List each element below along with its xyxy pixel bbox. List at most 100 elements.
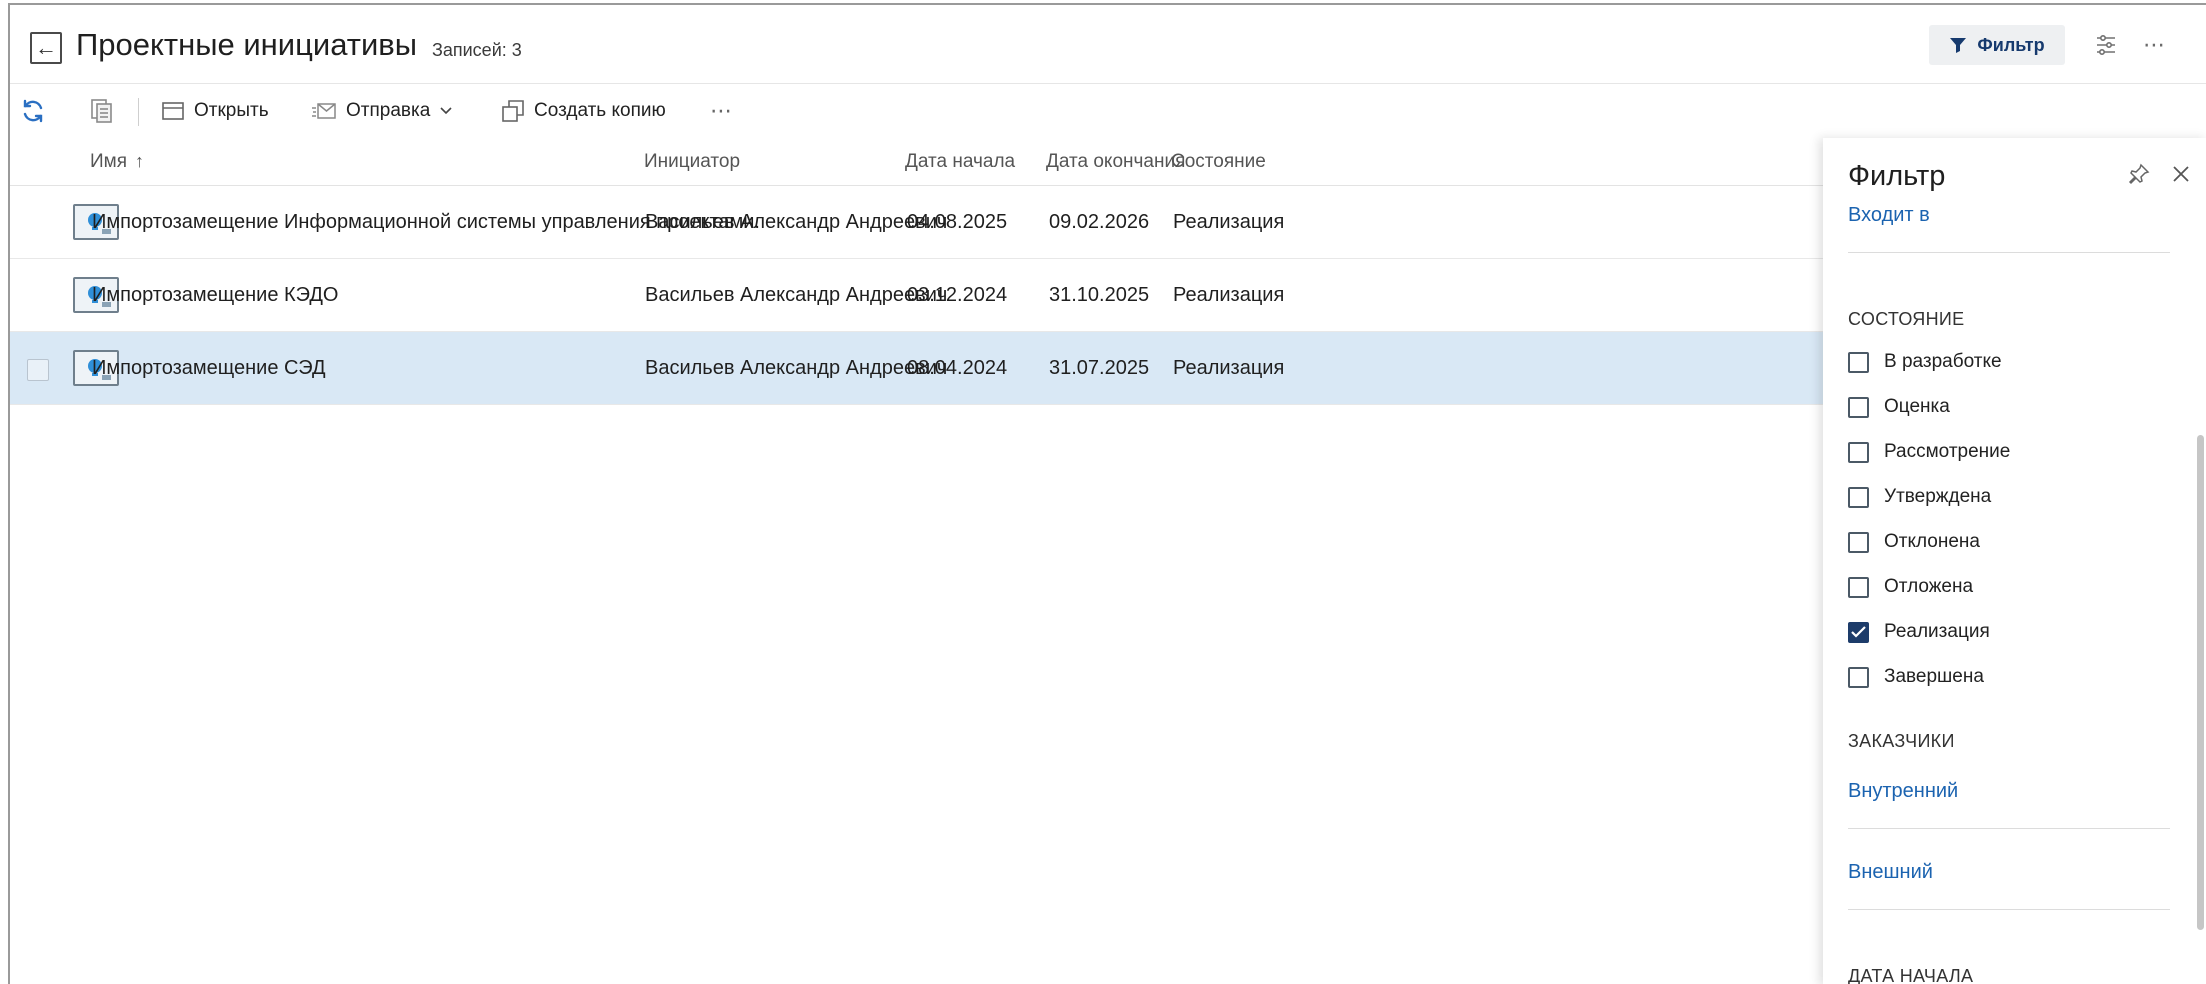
state-option-completed[interactable]: Завершена [1848,662,1984,692]
filter-panel-title: Фильтр [1848,160,1946,192]
records-count: Записей: 3 [432,40,522,60]
cell-start-date: 03.12.2024 [907,284,1008,306]
page-title: Проектные инициативы [76,27,418,62]
more-options-button[interactable]: ⋯ [2140,31,2168,59]
divider [1848,909,2170,910]
cell-start-date: 08.04.2024 [907,357,1008,379]
section-customers-heading: ЗАКАЗЧИКИ [1848,731,1955,751]
column-header-name-label: Имя [90,151,128,172]
state-option-evaluation[interactable]: Оценка [1848,392,1950,422]
create-copy-button[interactable]: Создать копию [502,84,666,138]
filter-link-included-in[interactable]: Входит в [1848,204,1930,227]
copy-pages-button[interactable] [90,84,114,138]
state-option-label: Завершена [1884,666,1984,687]
more-horizontal-icon: ⋯ [710,98,732,123]
state-option-rejected[interactable]: Отклонена [1848,527,1980,557]
column-header-end-date[interactable]: Дата окончания [1046,151,1185,173]
pin-button[interactable] [2123,158,2155,190]
cell-initiator: Васильев Александр Андреевич [645,284,948,306]
refresh-icon [23,99,43,123]
table-header: Имя ↑ Инициатор Дата начала Дата окончани… [10,138,1823,186]
window-icon [162,102,184,120]
open-button-label: Открыть [194,100,269,121]
table-row[interactable]: Импортозамещение КЭДО Васильев Александр… [10,259,1823,332]
state-option-label: Утверждена [1884,486,1992,507]
state-option-approved[interactable]: Утверждена [1848,482,1991,512]
filter-panel-body: Входит в СОСТОЯНИЕ В разработке Оценка Р… [1823,204,2195,984]
envelope-icon [312,103,336,119]
filter-button[interactable]: Фильтр [1929,25,2065,65]
arrow-left-icon: ← [35,35,57,60]
toolbar-separator [138,98,139,126]
close-button[interactable] [2165,158,2197,190]
duplicate-icon [502,100,524,122]
back-button[interactable]: ← [30,32,62,64]
column-header-name[interactable]: Имя ↑ [90,151,144,173]
divider [1848,252,2170,253]
cell-state: Реализация [1173,357,1285,379]
cell-start-date: 04.08.2025 [907,211,1008,233]
funnel-icon [1950,38,1967,53]
checkbox [1848,351,1869,373]
checkbox [1848,441,1869,463]
state-option-implementation[interactable]: Реализация [1848,617,1990,647]
cell-initiator: Васильев Александр Андреевич [645,211,948,233]
cell-end-date: 31.10.2025 [1049,284,1150,306]
state-option-label: Оценка [1884,396,1950,417]
customer-link-external[interactable]: Внешний [1848,861,1933,884]
chevron-down-icon [440,107,452,115]
state-option-label: Реализация [1884,621,1990,642]
state-option-label: В разработке [1884,351,2002,372]
row-checkbox[interactable] [27,359,49,381]
refresh-button[interactable] [20,84,46,138]
toolbar: Открыть Отправка Создать копию ⋯ [10,84,1823,138]
section-start-date-heading: ДАТА НАЧАЛА [1848,966,1974,984]
create-copy-label: Создать копию [534,100,666,121]
filter-button-label: Фильтр [1977,34,2045,55]
cell-name: Импортозамещение КЭДО [92,284,339,306]
pin-icon [2128,163,2150,185]
cell-end-date: 09.02.2026 [1049,211,1150,233]
sliders-icon [2097,34,2115,55]
sort-ascending-icon: ↑ [135,151,145,171]
divider [1848,828,2170,829]
cell-initiator: Васильев Александр Андреевич [645,357,948,379]
checkbox [1848,396,1869,418]
cell-state: Реализация [1173,211,1285,233]
column-header-start-date[interactable]: Дата начала [905,151,1015,173]
state-option-label: Отложена [1884,576,1974,597]
checkbox-checked [1848,621,1869,643]
more-horizontal-icon: ⋯ [2143,32,2165,57]
filter-panel: Фильтр Входит в СОСТОЯНИЕ В разработке О… [1823,138,2206,984]
checkbox [1848,531,1869,553]
scrollbar-thumb[interactable] [2197,435,2204,930]
customer-link-internal[interactable]: Внутренний [1848,780,1958,803]
column-header-state[interactable]: Состояние [1171,151,1266,173]
column-header-initiator[interactable]: Инициатор [644,151,740,173]
state-option-in-development[interactable]: В разработке [1848,347,2002,377]
checkbox [1848,576,1869,598]
cell-end-date: 31.07.2025 [1049,357,1150,379]
close-icon [2173,166,2189,182]
section-state-heading: СОСТОЯНИЕ [1848,309,1965,329]
cell-name: Импортозамещение СЭД [92,357,326,379]
state-option-postponed[interactable]: Отложена [1848,572,1973,602]
view-settings-button[interactable] [2092,31,2120,59]
checkbox [1848,666,1869,688]
cell-state: Реализация [1173,284,1285,306]
filter-panel-scrollbar[interactable] [2195,138,2205,984]
checkbox [1848,486,1869,508]
toolbar-more-button[interactable]: ⋯ [710,84,732,138]
state-option-review[interactable]: Рассмотрение [1848,437,2010,467]
copy-pages-icon [91,99,112,123]
checkmark-icon [1851,626,1866,638]
table-row-selected[interactable]: Импортозамещение СЭД Васильев Александр … [10,332,1823,405]
page-header: ← Проектные инициативы Записей: 3 Фильтр… [10,5,2206,84]
send-dropdown-button[interactable]: Отправка [312,84,452,138]
state-option-label: Рассмотрение [1884,441,2011,462]
state-option-label: Отклонена [1884,531,1980,552]
open-button[interactable]: Открыть [162,84,269,138]
table-row[interactable]: Импортозамещение Информационной системы … [10,186,1823,259]
send-button-label: Отправка [346,100,431,121]
app-window: ← Проектные инициативы Записей: 3 Фильтр… [8,3,2206,984]
